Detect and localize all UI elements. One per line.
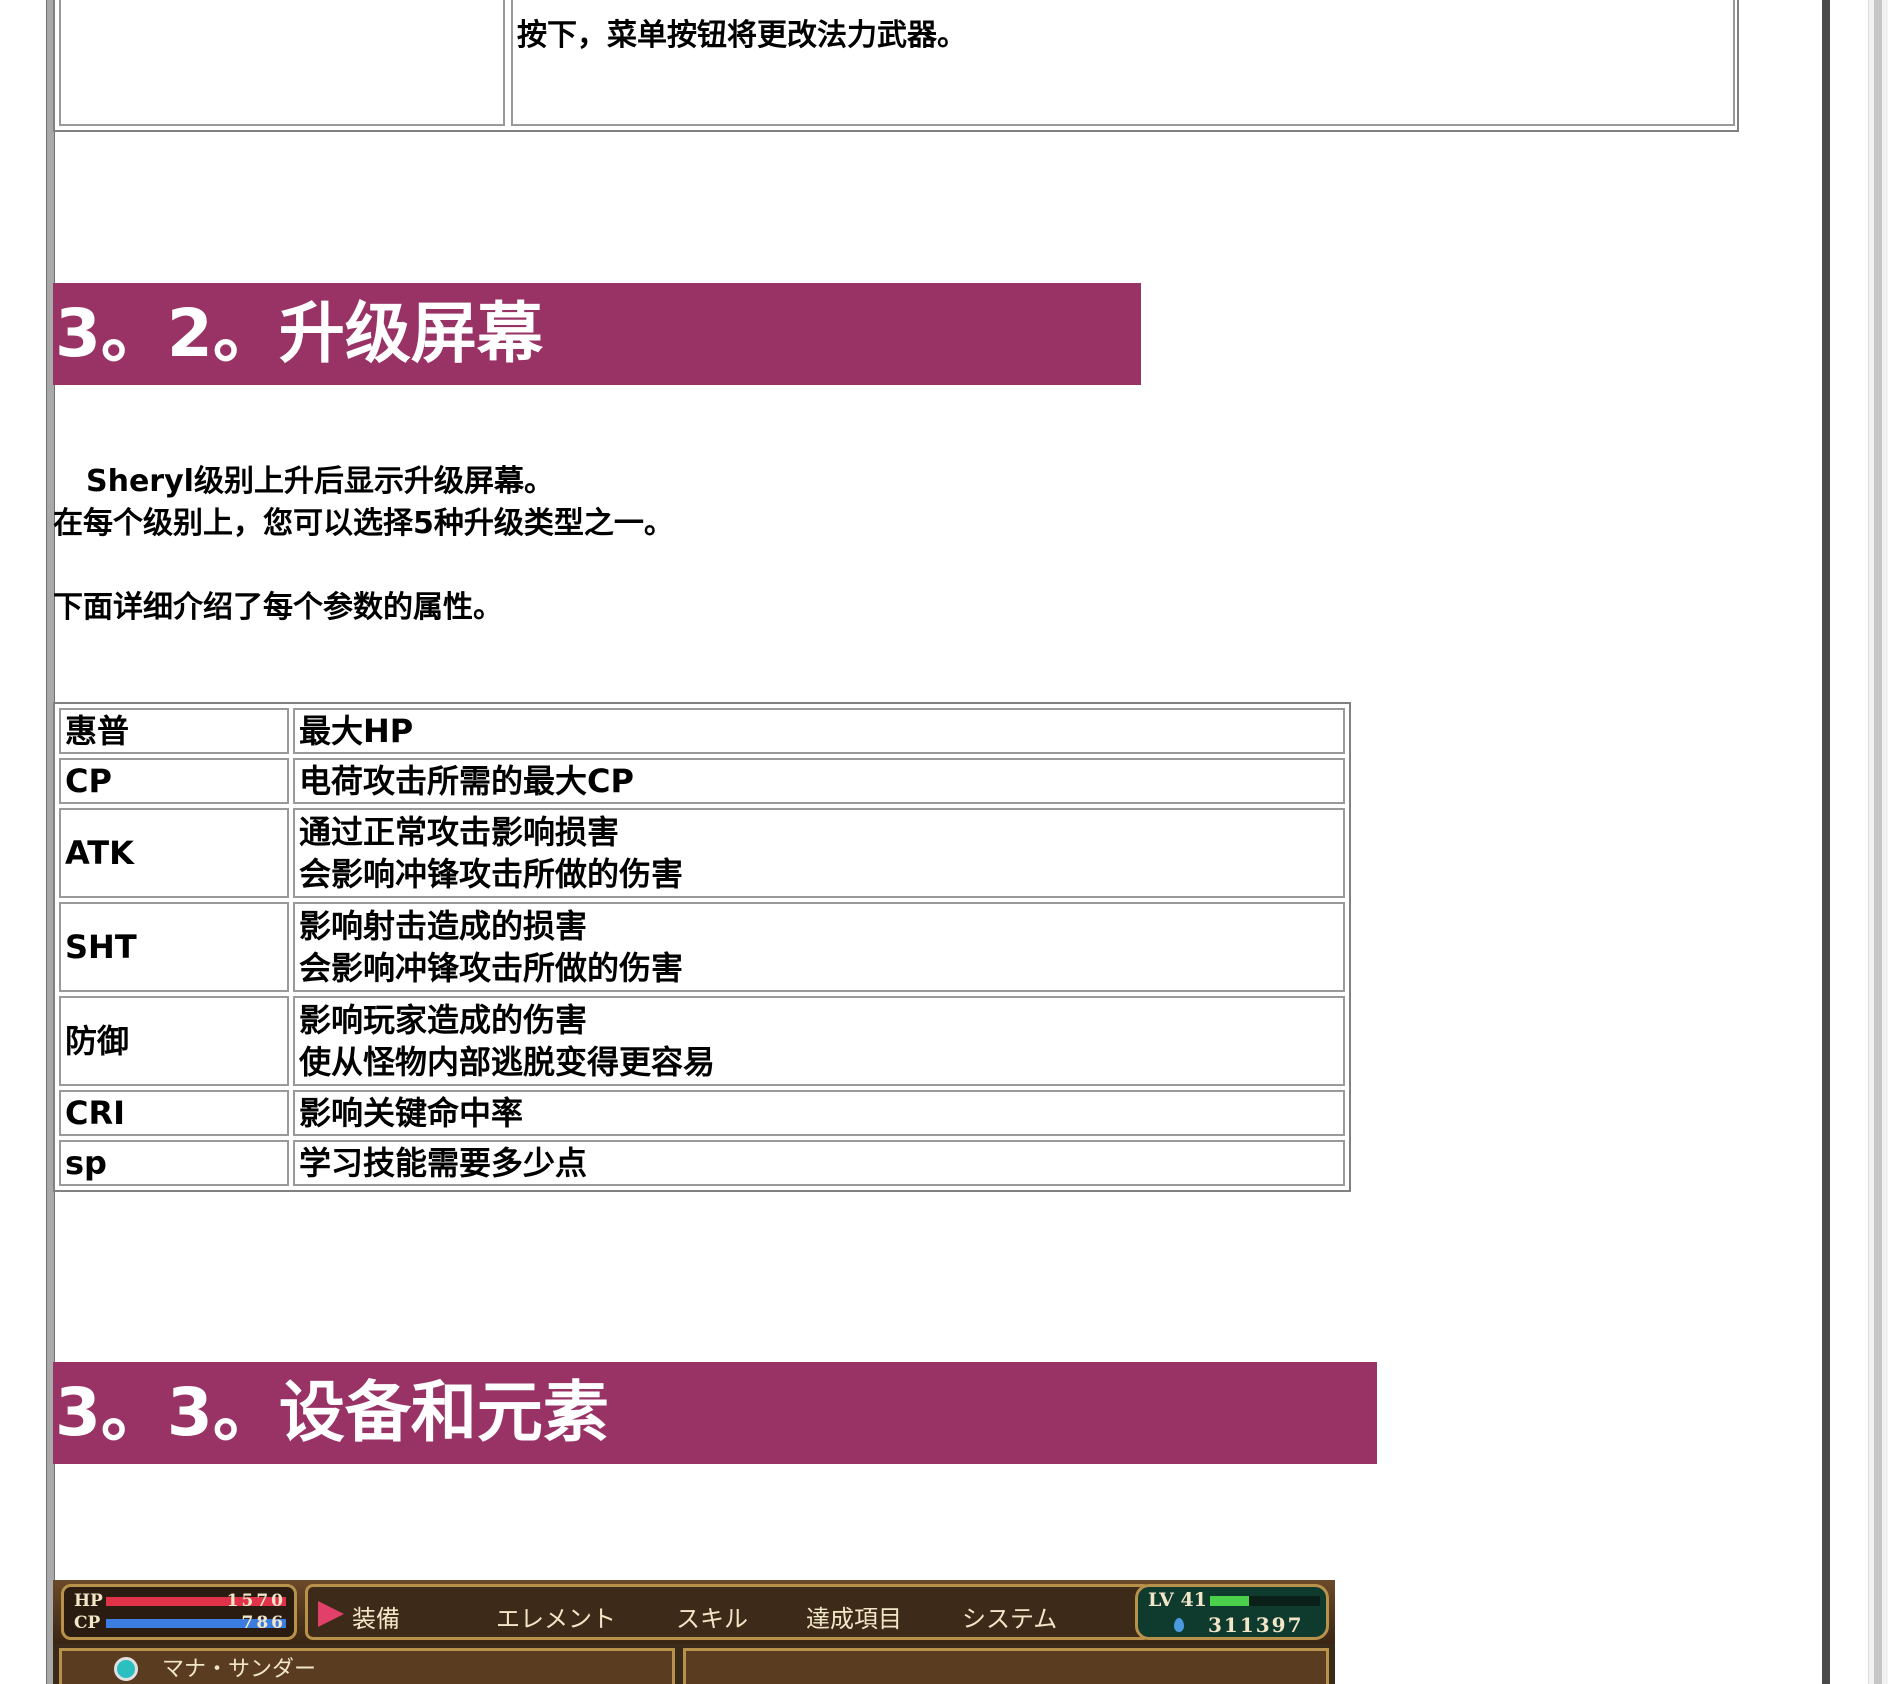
param-description-line: 影响玩家造成的伤害 [299,1001,588,1039]
menu-item-achievements: 達成項目 [806,1605,902,1633]
param-description: 影响射击造成的损害会影响冲锋攻击所做的伤害 [293,902,1345,992]
menu-item-system: システム [962,1605,1058,1633]
top-table: 按下，菜单按钮将更改法力武器。 [53,0,1739,132]
param-description-line: 影响射击造成的损害 [299,907,588,945]
param-description-line: 会影响冲锋攻击所做的伤害 [299,855,684,893]
game-screenshot: HP 1570 CP 786 装備 エレメント スキル 達成項目 システム LV… [53,1580,1335,1684]
exp-bar [1210,1596,1320,1606]
menu-item-equip: 装備 [352,1605,400,1633]
section-heading-3-2: 3。2。升级屏幕 [53,283,1141,385]
hud-panel-left: マナ・サンダー [59,1648,675,1684]
param-description: 影响关键命中率 [293,1090,1345,1136]
menu-cursor-icon [318,1601,344,1627]
scrollbar-thumb[interactable] [1874,0,1882,1684]
cp-label: CP [74,1613,101,1633]
cp-value: 786 [241,1613,286,1633]
param-description-line: 学习技能需要多少点 [299,1144,588,1182]
param-name: ATK [59,808,289,898]
param-description-line: 通过正常攻击影响损害 [299,813,620,851]
param-description: 电荷攻击所需的最大CP [293,758,1345,804]
param-description-line: 会影响冲锋攻击所做的伤害 [299,949,684,987]
paragraph-param-details: 下面详细介绍了每个参数的属性。 [53,590,503,625]
section-heading-3-3: 3。3。设备和元素 [53,1362,1377,1464]
table-row: CP 电荷攻击所需的最大CP [59,758,1345,804]
hp-label: HP [74,1591,103,1611]
top-table-cell-right: 按下，菜单按钮将更改法力武器。 [511,0,1735,126]
menu-item-element: エレメント [496,1605,616,1633]
param-name: CP [59,758,289,804]
paragraph-levelup-intro: Sheryl级别上升后显示升级屏幕。 [86,464,554,499]
param-name: sp [59,1140,289,1186]
param-description-line: 最大HP [299,712,414,750]
page-right-border [1822,0,1830,1684]
menu-item-skill: スキル [676,1605,748,1633]
cp-row: CP 786 [74,1613,288,1633]
param-description-line: 影响关键命中率 [299,1094,524,1132]
paragraph-levelup-choice: 在每个级别上，您可以选择5种升级类型之一。 [53,506,674,541]
hud-level-box: LV 41 311397 [1135,1584,1329,1640]
hp-value: 1570 [226,1591,286,1611]
param-description: 通过正常攻击影响损害会影响冲锋攻击所做的伤害 [293,808,1345,898]
table-row: sp 学习技能需要多少点 [59,1140,1345,1186]
level-label: LV 41 [1148,1589,1207,1611]
param-description: 影响玩家造成的伤害使从怪物内部逃脱变得更容易 [293,996,1345,1086]
param-description: 学习技能需要多少点 [293,1140,1345,1186]
hud-stat-box: HP 1570 CP 786 [61,1584,297,1640]
table-row: 惠普 最大HP [59,708,1345,754]
exp-bar-fill [1210,1596,1249,1606]
param-name: SHT [59,902,289,992]
hud-menu: 装備 エレメント スキル 達成項目 システム [305,1584,1151,1640]
table-row: 防御 影响玩家造成的伤害使从怪物内部逃脱变得更容易 [59,996,1345,1086]
top-table-cell-left [59,0,505,126]
hud-panel-right [683,1648,1329,1684]
element-orb-icon [114,1657,138,1681]
param-description-line: 使从怪物内部逃脱变得更容易 [299,1043,716,1081]
param-name: CRI [59,1090,289,1136]
stats-table: 惠普 最大HP CP 电荷攻击所需的最大CP ATK 通过正常攻击影响损害 会影响冲锋攻击所… [53,702,1351,1192]
param-name: 惠普 [59,708,289,754]
panel-left-text: マナ・サンダー [162,1657,317,1682]
param-description: 最大HP [293,708,1345,754]
table-row: SHT 影响射击造成的损害 会影响冲锋攻击所做的伤害 [59,902,1345,992]
hp-row: HP 1570 [74,1591,288,1611]
param-description-line: 电荷攻击所需的最大CP [299,762,634,800]
mana-drop-icon [1174,1618,1184,1632]
table-row: ATK 通过正常攻击影响损害 会影响冲锋攻击所做的伤害 [59,808,1345,898]
top-table-text: 按下，菜单按钮将更改法力武器。 [517,18,967,53]
table-row: CRI 影响关键命中率 [59,1090,1345,1136]
param-name: 防御 [59,996,289,1086]
gold-value: 311397 [1208,1613,1304,1637]
